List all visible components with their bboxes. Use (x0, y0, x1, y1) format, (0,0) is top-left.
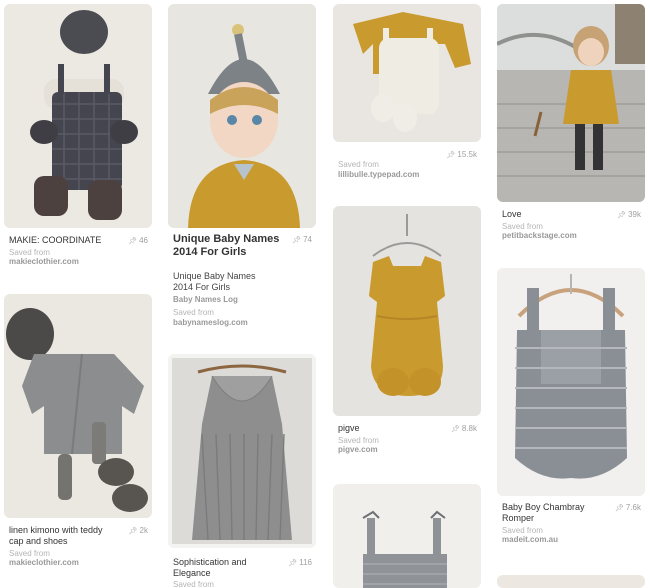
pin-card[interactable]: 📌︎ 15.5k Saved from lillibulle.typepad.co… (333, 4, 481, 184)
source-link[interactable]: babynameslog.com (173, 318, 248, 327)
pushpin-icon: 📌︎ (288, 559, 298, 567)
pin-count-value: 7.6k (625, 503, 641, 512)
source-link[interactable]: makieclothier.com (9, 558, 79, 567)
pin-image-chambray-romper[interactable] (497, 268, 645, 496)
saved-from-label: Saved from (9, 549, 50, 558)
pin-image-linen-kimono[interactable] (4, 294, 152, 518)
pin-title[interactable]: Unique Baby Names 2014 For Girls (173, 233, 293, 259)
pin-title[interactable]: Baby Boy Chambray Romper (502, 502, 597, 524)
pin-card[interactable]: MAKIE: COORDINATE 📌︎ 46 Saved from makiec… (4, 4, 152, 274)
pin-card[interactable] (333, 484, 481, 588)
pushpin-icon: 📌︎ (128, 237, 138, 245)
pin-count-value: 8.8k (461, 424, 477, 433)
pin-card[interactable] (497, 575, 645, 588)
pushpin-icon: 📌︎ (446, 151, 456, 159)
pin-count: 📌︎ 2k (129, 526, 148, 535)
pin-image-knit-dress[interactable] (168, 354, 316, 548)
saved-from-label: Saved from (338, 436, 379, 445)
pin-count: 📌︎ 15.5k (447, 150, 477, 159)
pin-count-value: 74 (303, 235, 312, 244)
pin-image-plaid-overalls[interactable] (4, 4, 152, 228)
source-link[interactable]: petitbackstage.com (502, 231, 577, 240)
pin-count-value: 116 (299, 558, 312, 567)
pin-description: Unique Baby Names 2014 For Girls (173, 271, 256, 292)
pin-title[interactable]: Love (502, 209, 614, 220)
pin-card[interactable]: Sophistication and Elegance 📌︎ 116 Saved … (168, 354, 316, 588)
source-link[interactable]: lillibulle.typepad.com (338, 170, 419, 179)
saved-from-label: Saved from (502, 526, 543, 535)
pushpin-icon: 📌︎ (292, 236, 302, 244)
pin-title[interactable]: pigve (338, 423, 450, 434)
board-name[interactable]: Baby Names Log (173, 295, 238, 304)
pin-count-value: 46 (139, 236, 148, 245)
pin-count: 📌︎ 46 (128, 236, 148, 245)
pin-card[interactable]: Love 📌︎ 39k Saved from petitbackstage.com (497, 4, 645, 244)
pin-card[interactable]: linen kimono with teddy cap and shoes 📌︎… (4, 294, 152, 588)
saved-from-label: Saved from (9, 248, 50, 257)
saved-from-label: Saved from (173, 580, 214, 588)
pin-card[interactable]: Unique Baby Names 2014 For Girls 📌︎ 74 Un… (168, 4, 316, 334)
pin-card[interactable]: pigve 📌︎ 8.8k Saved from pigve.com (333, 206, 481, 458)
pushpin-icon: 📌︎ (450, 425, 460, 433)
source-link[interactable]: pigve.com (338, 445, 378, 454)
pin-image-toddler-cobblestone[interactable] (497, 4, 645, 202)
pin-count: 📌︎ 116 (288, 558, 312, 567)
pin-count: 📌︎ 39k (617, 210, 641, 219)
pushpin-icon: 📌︎ (614, 504, 624, 512)
source-link[interactable]: makieclothier.com (9, 257, 79, 266)
pin-count: 📌︎ 74 (292, 235, 312, 244)
pin-count: 📌︎ 7.6k (615, 503, 641, 512)
pin-card[interactable]: Baby Boy Chambray Romper 📌︎ 7.6k Saved fr… (497, 268, 645, 552)
saved-from-label: Saved from (502, 222, 543, 231)
pushpin-icon: 📌︎ (617, 211, 627, 219)
pushpin-icon: 📌︎ (128, 527, 138, 535)
pin-image-partial[interactable] (497, 575, 645, 588)
pin-count-value: 2k (139, 526, 148, 535)
pin-count-value: 15.5k (457, 150, 477, 159)
pin-image-mustard-romper[interactable] (333, 206, 481, 416)
pin-title[interactable]: MAKIE: COORDINATE (9, 235, 121, 246)
pin-title[interactable]: Sophistication and Elegance (173, 557, 263, 579)
pin-count: 📌︎ 8.8k (451, 424, 477, 433)
saved-from-label: Saved from (338, 160, 379, 169)
source-link[interactable]: madeit.com.au (502, 535, 558, 544)
pin-title[interactable]: linen kimono with teddy cap and shoes (9, 525, 104, 547)
saved-from-label: Saved from (173, 308, 214, 317)
pin-image-cream-romper[interactable] (333, 4, 481, 142)
pin-image-child-in-hat[interactable] (168, 4, 316, 228)
pin-count-value: 39k (628, 210, 641, 219)
pin-image-grey-overalls[interactable] (333, 484, 481, 588)
